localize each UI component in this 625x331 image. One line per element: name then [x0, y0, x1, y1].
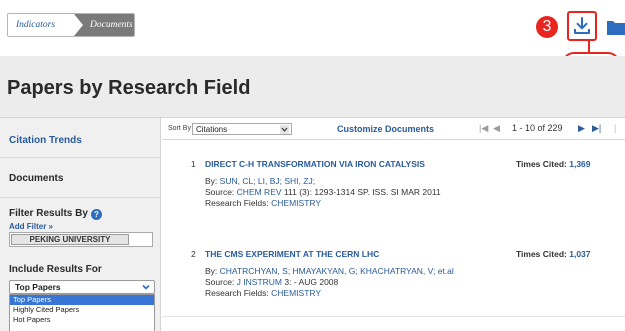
filter-tag[interactable]: PEKING UNIVERSITY: [11, 234, 129, 245]
sort-select-value: Citations: [196, 125, 228, 134]
sidebar-item-citation-trends[interactable]: Citation Trends: [0, 118, 161, 158]
record-number: 1: [191, 159, 196, 169]
source-detail: 111 (3): 1293-1314 SP. ISS. SI MAR 2011: [283, 187, 441, 197]
step-number-badge: 3: [536, 16, 558, 38]
next-page-icon[interactable]: ▶: [578, 123, 585, 134]
breadcrumb-indicators[interactable]: Indicators: [8, 14, 74, 36]
first-page-icon[interactable]: |◀: [479, 123, 488, 134]
times-cited: Times Cited: 1,037: [516, 249, 591, 259]
by-label: By:: [205, 176, 218, 186]
breadcrumb-separator-icon: [74, 14, 83, 36]
author-links[interactable]: CHATRCHYAN, S; HMAYAKYAN, G; KHACHATRYAN…: [220, 266, 454, 276]
record-fields: Research Fields: CHEMISTRY: [205, 288, 321, 298]
field-link[interactable]: CHEMISTRY: [271, 288, 321, 298]
include-results-dropdown: Top Papers Highly Cited Papers Hot Paper…: [9, 294, 155, 331]
source-link[interactable]: J INSTRUM: [237, 277, 282, 287]
filter-field[interactable]: PEKING UNIVERSITY: [9, 232, 153, 247]
fields-label: Research Fields:: [205, 198, 269, 208]
dropdown-option-top-papers[interactable]: Top Papers: [10, 295, 154, 305]
previous-page-icon[interactable]: ◀: [493, 123, 500, 134]
fields-label: Research Fields:: [205, 288, 269, 298]
last-page-icon[interactable]: ▶|: [592, 123, 601, 134]
record-divider: [162, 316, 625, 317]
folder-add-icon: [607, 21, 625, 35]
author-links[interactable]: SUN, CL; LI, BJ; SHI, ZJ;: [220, 176, 315, 186]
top-bar: Indicators Documents 3 导出: [0, 0, 625, 82]
results-toolbar: Sort By Citations Customize Documents |◀…: [162, 118, 625, 140]
source-link[interactable]: CHEM REV: [237, 187, 282, 197]
record-authors: By: SUN, CL; LI, BJ; SHI, ZJ;: [205, 176, 315, 186]
record-source: Source: CHEM REV 111 (3): 1293-1314 SP. …: [205, 187, 441, 197]
record-authors: By: CHATRCHYAN, S; HMAYAKYAN, G; KHACHAT…: [205, 266, 454, 276]
record-number: 2: [191, 249, 196, 259]
dropdown-option-hot-papers[interactable]: Hot Papers: [10, 315, 154, 325]
times-cited-label: Times Cited:: [516, 159, 567, 169]
help-icon[interactable]: ?: [90, 209, 102, 220]
by-label: By:: [205, 266, 218, 276]
chevron-down-icon: [142, 284, 150, 290]
download-button[interactable]: [567, 11, 597, 41]
page-title: Papers by Research Field: [7, 77, 251, 99]
page-header: Papers by Research Field: [0, 56, 625, 118]
add-to-folder-button[interactable]: [607, 15, 625, 37]
results-panel: Sort By Citations Customize Documents |◀…: [162, 118, 625, 331]
include-results-heading: Include Results For: [9, 264, 102, 275]
download-icon: [574, 17, 590, 34]
customize-documents-link[interactable]: Customize Documents: [337, 124, 434, 134]
source-detail: 3: - AUG 2008: [284, 277, 339, 287]
sidebar-item-label: Citation Trends: [9, 135, 82, 146]
sidebar: Citation Trends Documents Filter Results…: [0, 118, 161, 331]
add-filter-link[interactable]: Add Filter »: [9, 222, 53, 231]
chevron-down-icon: [280, 125, 289, 134]
record-source: Source: J INSTRUM 3: - AUG 2008: [205, 277, 338, 287]
filter-results-label: Filter Results By: [9, 208, 88, 219]
filter-results-heading: Filter Results By?: [9, 208, 102, 220]
times-cited: Times Cited: 1,369: [516, 159, 591, 169]
sort-by-select[interactable]: Citations: [192, 123, 292, 135]
sidebar-item-documents[interactable]: Documents: [0, 158, 161, 198]
source-label: Source:: [205, 277, 235, 287]
include-results-select[interactable]: Top Papers: [9, 280, 155, 294]
pager-divider: |: [614, 123, 617, 133]
times-cited-label: Times Cited:: [516, 249, 567, 259]
sidebar-item-label: Documents: [9, 173, 64, 184]
field-link[interactable]: CHEMISTRY: [271, 198, 321, 208]
breadcrumb-documents[interactable]: Documents: [74, 14, 134, 36]
record-title-link[interactable]: DIRECT C-H TRANSFORMATION VIA IRON CATAL…: [205, 159, 425, 169]
include-select-value: Top Papers: [15, 282, 61, 292]
times-cited-count[interactable]: 1,369: [569, 159, 590, 169]
breadcrumb: Indicators Documents: [7, 13, 135, 37]
dropdown-option-highly-cited[interactable]: Highly Cited Papers: [10, 305, 154, 315]
sort-by-label: Sort By: [168, 125, 191, 132]
record-title-link[interactable]: THE CMS EXPERIMENT AT THE CERN LHC: [205, 249, 379, 259]
source-label: Source:: [205, 187, 235, 197]
times-cited-count[interactable]: 1,037: [569, 249, 590, 259]
page-range: 1 - 10 of 229: [512, 123, 563, 133]
record-fields: Research Fields: CHEMISTRY: [205, 198, 321, 208]
